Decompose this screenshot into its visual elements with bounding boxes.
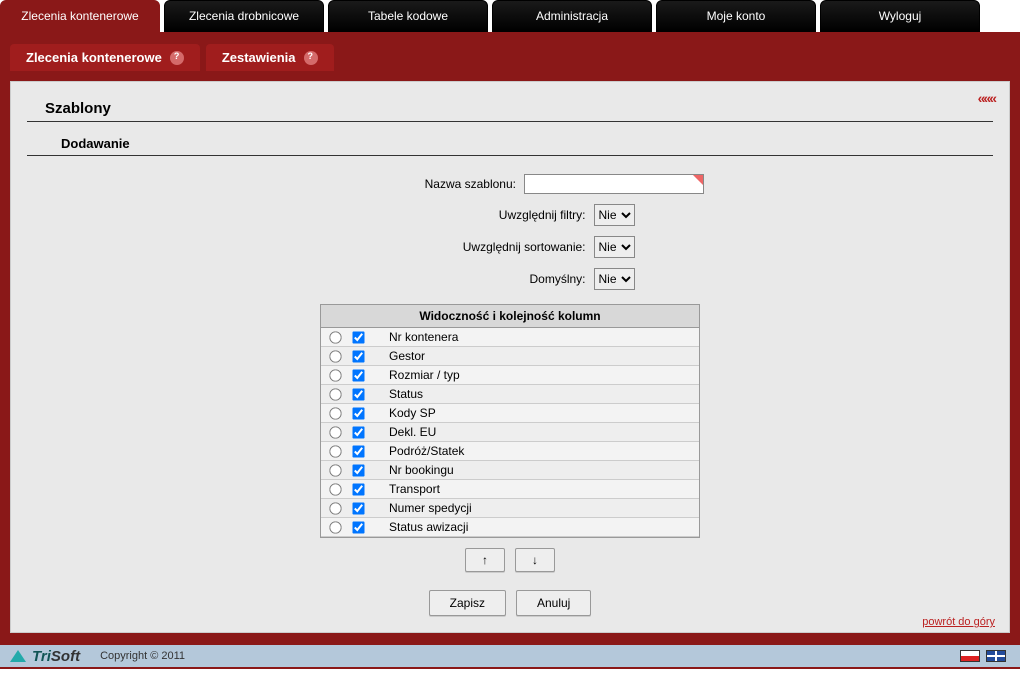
- row-label: Status awizacji: [375, 520, 468, 534]
- content-panel: ««« Szablony Dodawanie Nazwa szablonu: U…: [10, 81, 1010, 633]
- table-row[interactable]: Status awizacji: [321, 518, 699, 537]
- footer: TriSoft Copyright © 2011: [0, 643, 1020, 669]
- tab-zlecenia-kontenerowe[interactable]: Zlecenia kontenerowe: [0, 0, 160, 32]
- row-sortowanie: Uwzględnij sortowanie: Nie: [27, 236, 993, 258]
- row-label: Numer spedycji: [375, 501, 472, 515]
- row-radio[interactable]: [329, 369, 341, 381]
- select-uwzglednij-filtry[interactable]: Nie: [594, 204, 635, 226]
- table-row[interactable]: Dekl. EU: [321, 423, 699, 442]
- copyright-text: Copyright © 2011: [100, 650, 185, 662]
- row-checkbox[interactable]: [352, 350, 364, 362]
- logo-triangle-icon: [10, 650, 26, 662]
- row-domyslny: Domyślny: Nie: [27, 268, 993, 290]
- row-checkbox[interactable]: [352, 426, 364, 438]
- red-container: Zlecenia kontenerowe Zestawienia ««« Sza…: [0, 32, 1020, 669]
- columns-table-header: Widoczność i kolejność kolumn: [321, 305, 699, 328]
- help-icon[interactable]: [304, 51, 318, 65]
- row-filtry: Uwzględnij filtry: Nie: [27, 204, 993, 226]
- subtab-label: Zlecenia kontenerowe: [26, 50, 162, 65]
- row-radio[interactable]: [329, 331, 341, 343]
- row-radio[interactable]: [329, 502, 341, 514]
- logo-text-tri: Tri: [32, 648, 51, 665]
- help-icon[interactable]: [170, 51, 184, 65]
- form-area: Nazwa szablonu: Uwzględnij filtry: Nie U…: [27, 156, 993, 616]
- row-label: Status: [375, 387, 423, 401]
- subtab-zlecenia-kontenerowe[interactable]: Zlecenia kontenerowe: [10, 44, 200, 71]
- row-checkbox[interactable]: [352, 502, 364, 514]
- row-label: Dekl. EU: [375, 425, 436, 439]
- row-checkbox[interactable]: [352, 369, 364, 381]
- section-title: Dodawanie: [27, 122, 993, 156]
- app-root: Zlecenia kontenerowe Zlecenia drobnicowe…: [0, 0, 1024, 669]
- table-row[interactable]: Nr bookingu: [321, 461, 699, 480]
- action-buttons: Zapisz Anuluj: [27, 590, 993, 616]
- subtab-zestawienia[interactable]: Zestawienia: [206, 44, 334, 71]
- logo: TriSoft: [10, 648, 80, 665]
- back-to-top-link[interactable]: powrót do góry: [922, 616, 995, 628]
- save-button[interactable]: Zapisz: [429, 590, 506, 616]
- row-checkbox[interactable]: [352, 464, 364, 476]
- row-label: Transport: [375, 482, 440, 496]
- reorder-buttons: ↑ ↓: [27, 548, 993, 572]
- table-row[interactable]: Rozmiar / typ: [321, 366, 699, 385]
- row-radio[interactable]: [329, 483, 341, 495]
- row-radio[interactable]: [329, 350, 341, 362]
- language-flags: [960, 650, 1006, 662]
- row-radio[interactable]: [329, 464, 341, 476]
- row-checkbox[interactable]: [352, 483, 364, 495]
- table-row[interactable]: Status: [321, 385, 699, 404]
- row-label: Nr kontenera: [375, 330, 458, 344]
- row-radio[interactable]: [329, 407, 341, 419]
- table-row[interactable]: Gestor: [321, 347, 699, 366]
- sub-tab-bar: Zlecenia kontenerowe Zestawienia: [0, 44, 1020, 81]
- collapse-icon[interactable]: «««: [978, 90, 995, 106]
- row-checkbox[interactable]: [352, 331, 364, 343]
- table-row[interactable]: Transport: [321, 480, 699, 499]
- label-domyslny: Domyślny:: [386, 272, 586, 286]
- cancel-button[interactable]: Anuluj: [516, 590, 591, 616]
- row-radio[interactable]: [329, 426, 341, 438]
- table-row[interactable]: Nr kontenera: [321, 328, 699, 347]
- flag-uk-icon[interactable]: [986, 650, 1006, 662]
- row-checkbox[interactable]: [352, 521, 364, 533]
- move-up-button[interactable]: ↑: [465, 548, 505, 572]
- tab-administracja[interactable]: Administracja: [492, 0, 652, 32]
- tab-moje-konto[interactable]: Moje konto: [656, 0, 816, 32]
- row-nazwa: Nazwa szablonu:: [27, 174, 993, 194]
- row-label: Podróż/Statek: [375, 444, 464, 458]
- row-checkbox[interactable]: [352, 407, 364, 419]
- row-radio[interactable]: [329, 388, 341, 400]
- row-radio[interactable]: [329, 521, 341, 533]
- subtab-label: Zestawienia: [222, 50, 296, 65]
- required-corner-icon: [693, 175, 703, 185]
- select-uwzglednij-sortowanie[interactable]: Nie: [594, 236, 635, 258]
- table-row[interactable]: Numer spedycji: [321, 499, 699, 518]
- select-domyslny[interactable]: Nie: [594, 268, 635, 290]
- page-title: Szablony: [27, 92, 993, 122]
- tab-zlecenia-drobnicowe[interactable]: Zlecenia drobnicowe: [164, 0, 324, 32]
- label-nazwa: Nazwa szablonu:: [316, 177, 516, 191]
- row-label: Rozmiar / typ: [375, 368, 460, 382]
- top-tab-bar: Zlecenia kontenerowe Zlecenia drobnicowe…: [0, 0, 1024, 32]
- tab-tabele-kodowe[interactable]: Tabele kodowe: [328, 0, 488, 32]
- row-label: Nr bookingu: [375, 463, 454, 477]
- flag-pl-icon[interactable]: [960, 650, 980, 662]
- tab-wyloguj[interactable]: Wyloguj: [820, 0, 980, 32]
- move-down-button[interactable]: ↓: [515, 548, 555, 572]
- row-checkbox[interactable]: [352, 388, 364, 400]
- table-row[interactable]: Podróż/Statek: [321, 442, 699, 461]
- table-row[interactable]: Kody SP: [321, 404, 699, 423]
- input-nazwa-szablonu[interactable]: [524, 174, 704, 194]
- label-filtry: Uwzględnij filtry:: [386, 208, 586, 222]
- row-label: Gestor: [375, 349, 425, 363]
- row-radio[interactable]: [329, 445, 341, 457]
- columns-table: Widoczność i kolejność kolumn Nr kontene…: [320, 304, 700, 538]
- logo-text-soft: Soft: [51, 648, 80, 665]
- row-label: Kody SP: [375, 406, 436, 420]
- label-sortowanie: Uwzględnij sortowanie:: [386, 240, 586, 254]
- row-checkbox[interactable]: [352, 445, 364, 457]
